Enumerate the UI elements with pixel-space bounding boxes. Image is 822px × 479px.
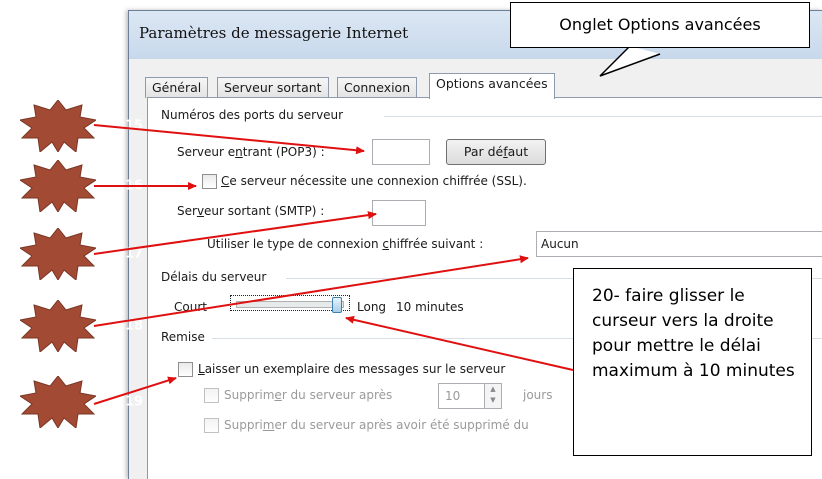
ports-group-divider <box>384 116 822 117</box>
days-label: jours <box>523 388 553 402</box>
badge-17-label: 17 <box>124 246 144 262</box>
ssl-checkbox-label: Ce serveur nécessite une connexion chiff… <box>221 174 527 188</box>
remove-after-checkbox[interactable] <box>204 388 219 403</box>
star-badge-icon <box>18 375 98 429</box>
slider-note-callout: 20- faire glisser le curseur vers la dro… <box>573 268 812 456</box>
keep-copy-label: Laisser un exemplaire des messages sur l… <box>198 362 506 376</box>
tab-connection-label: Connexion <box>344 80 411 95</box>
badge-18: 18 <box>18 299 143 353</box>
remove-after-days-field[interactable]: 10 ▲ ▼ <box>438 383 502 409</box>
timeout-value-text: 10 minutes <box>396 300 464 314</box>
badge-15: 15 <box>18 99 143 153</box>
star-badge-icon <box>18 99 98 153</box>
remove-deleted-label: Supprimer du serveur après avoir été sup… <box>224 418 529 432</box>
tab-outgoing-server-label: Serveur sortant <box>224 80 322 95</box>
encryption-type-value: Aucun <box>541 237 579 251</box>
badge-15-label: 15 <box>124 118 144 134</box>
incoming-port-field[interactable] <box>372 139 430 165</box>
star-badge-icon <box>18 299 98 353</box>
spin-down-icon[interactable]: ▼ <box>485 395 501 406</box>
tab-advanced-options[interactable]: Options avancées <box>429 73 555 99</box>
slider-note-text: 20- faire glisser le curseur vers la dro… <box>592 286 795 381</box>
timeout-group-title: Délais du serveur <box>161 270 267 284</box>
timeout-slider-track[interactable] <box>236 301 344 308</box>
badge-16: 16 <box>18 159 143 213</box>
keep-copy-checkbox[interactable] <box>178 362 193 377</box>
incoming-port-label: Serveur entrant (POP3) : <box>177 145 325 159</box>
tab-advanced-options-label: Options avancées <box>436 76 548 91</box>
badge-18-label: 18 <box>124 318 144 334</box>
days-spinner[interactable]: ▲ ▼ <box>484 384 501 408</box>
timeout-short-label: Court <box>174 300 207 314</box>
star-badge-icon <box>18 227 98 281</box>
badge-16-label: 16 <box>124 178 144 194</box>
encryption-type-label: Utiliser le type de connexion chiffrée s… <box>207 237 484 251</box>
tab-note-callout: Onglet Options avancées <box>510 2 810 48</box>
outgoing-port-label: Serveur sortant (SMTP) : <box>177 204 325 218</box>
badge-19: 19 <box>18 375 143 429</box>
ports-group-title: Numéros des ports du serveur <box>161 108 344 122</box>
tab-connection[interactable]: Connexion <box>337 77 418 98</box>
star-badge-icon <box>18 159 98 213</box>
spin-up-icon[interactable]: ▲ <box>485 384 501 395</box>
ssl-checkbox[interactable] <box>202 174 217 189</box>
badge-19-label: 19 <box>124 394 144 410</box>
window-title: Paramètres de messagerie Internet <box>139 24 409 42</box>
timeout-slider-thumb[interactable] <box>332 297 342 313</box>
remove-after-label: Supprimer du serveur après <box>224 388 393 402</box>
encryption-type-select[interactable]: Aucun <box>536 231 822 257</box>
outgoing-port-field[interactable] <box>372 200 426 226</box>
default-button[interactable]: Par défaut <box>446 139 546 165</box>
tab-general[interactable]: Général <box>145 77 209 98</box>
tab-outgoing-server[interactable]: Serveur sortant <box>217 77 329 98</box>
timeout-long-label: Long <box>357 300 387 314</box>
tab-note-text: Onglet Options avancées <box>559 15 761 34</box>
remove-after-days-value: 10 <box>445 389 461 403</box>
tab-general-label: Général <box>152 80 202 95</box>
remove-deleted-checkbox[interactable] <box>204 418 219 433</box>
badge-17: 17 <box>18 227 143 281</box>
